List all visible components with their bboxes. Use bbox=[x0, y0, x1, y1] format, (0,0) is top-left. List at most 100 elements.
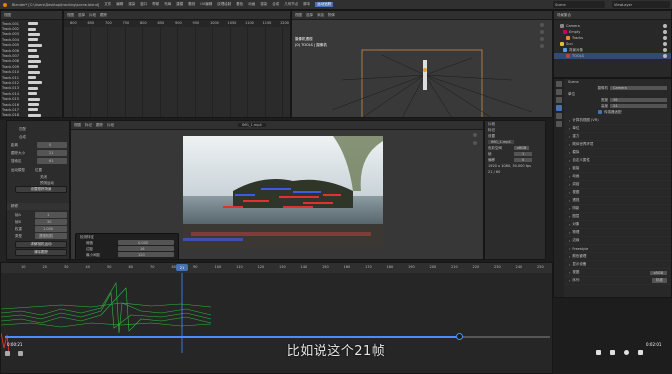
visibility-eye-icon[interactable] bbox=[663, 30, 667, 34]
tab-uv[interactable]: UV编辑 bbox=[200, 2, 212, 7]
properties-section[interactable]: › 单位 bbox=[565, 125, 671, 133]
menu-help[interactable]: 帮助 bbox=[152, 2, 159, 7]
pencil-icon[interactable] bbox=[596, 350, 601, 355]
properties-section[interactable]: › Freestyle bbox=[565, 245, 671, 253]
solve-camera-button[interactable]: 求解相机运动 bbox=[15, 241, 67, 248]
zoom-icon[interactable] bbox=[540, 23, 544, 27]
visibility-eye-icon[interactable] bbox=[663, 54, 667, 58]
popup-field-distance[interactable]: 120 bbox=[118, 252, 174, 257]
properties-section[interactable]: › 烘焙 bbox=[565, 181, 671, 189]
viewport-menu-view[interactable]: 视图 bbox=[295, 13, 302, 18]
tab-shading[interactable]: 着色 bbox=[236, 2, 243, 7]
tab-layout[interactable]: 布局 bbox=[164, 2, 171, 7]
world-tab-icon[interactable] bbox=[556, 113, 562, 119]
viewport-menu-add[interactable]: 添加 bbox=[317, 13, 324, 18]
clip-name-field[interactable]: IMG_1.mp4 bbox=[238, 123, 266, 127]
properties-section[interactable]: › 动画 bbox=[565, 173, 671, 181]
menu-render[interactable]: 渲染 bbox=[128, 2, 135, 7]
scene-tab-icon[interactable] bbox=[556, 105, 562, 111]
properties-section[interactable]: › 自定义属性 bbox=[565, 157, 671, 165]
visibility-eye-icon[interactable] bbox=[663, 48, 667, 52]
outliner-item[interactable]: TOOLS bbox=[554, 53, 671, 59]
clip-menu-clip[interactable]: 片段 bbox=[107, 123, 114, 128]
properties-section[interactable]: › 视图 bbox=[565, 189, 671, 197]
view-layer-selector[interactable]: ViewLayer bbox=[612, 1, 670, 8]
setup-tracking-button[interactable]: 设置跟踪场景 bbox=[15, 186, 67, 193]
tab-modeling[interactable]: 建模 bbox=[176, 2, 183, 7]
clear-tracking-button[interactable]: 清除跟踪 bbox=[15, 249, 67, 256]
view-transform-value[interactable]: 标准 bbox=[652, 278, 667, 283]
tab-rendering[interactable]: 渲染 bbox=[260, 2, 267, 7]
dopesheet-menu-track[interactable]: 跟踪 bbox=[100, 13, 107, 18]
refine-field-a[interactable]: 1 bbox=[35, 212, 67, 218]
properties-section[interactable]: › 视图 sRGB bbox=[565, 269, 671, 277]
hand-icon[interactable] bbox=[540, 30, 544, 34]
tab-animation[interactable]: 动画 bbox=[248, 2, 255, 7]
properties-section[interactable]: › 物理 bbox=[565, 229, 671, 237]
render-tab-icon[interactable] bbox=[556, 89, 562, 95]
refine-field-b[interactable]: 30 bbox=[35, 219, 67, 225]
hand-icon[interactable] bbox=[473, 141, 477, 145]
track-list-item[interactable]: Track.018 bbox=[1, 113, 62, 117]
tab-sculpting[interactable]: 雕刻 bbox=[188, 2, 195, 7]
properties-section[interactable]: › 颜色管理 bbox=[565, 253, 671, 261]
tool-field-pattern-size[interactable]: 21 bbox=[37, 150, 67, 156]
popup-field-margin[interactable]: 16 bbox=[118, 246, 174, 251]
properties-section[interactable]: › 计算机视图 (VR) bbox=[565, 117, 671, 125]
properties-section[interactable]: › 透视 bbox=[565, 197, 671, 205]
tab-geometry[interactable]: 几何节点 bbox=[284, 2, 298, 7]
dopesheet-menu-view[interactable]: 视图 bbox=[67, 13, 74, 18]
menu-window[interactable]: 窗口 bbox=[140, 2, 147, 7]
tool-tab-icon[interactable] bbox=[556, 81, 562, 87]
zoom-icon[interactable] bbox=[473, 133, 477, 137]
properties-section[interactable]: › 链接 bbox=[565, 165, 671, 173]
tab-compositing[interactable]: 合成 bbox=[272, 2, 279, 7]
menu-file[interactable]: 文件 bbox=[104, 2, 111, 7]
screenshot-icon[interactable] bbox=[610, 350, 615, 355]
properties-section[interactable]: › 显示设备 bbox=[565, 261, 671, 269]
visibility-eye-icon[interactable] bbox=[663, 36, 667, 40]
checkbox-icon[interactable] bbox=[598, 110, 602, 114]
dopesheet-menu-select[interactable]: 选择 bbox=[78, 13, 85, 18]
properties-section[interactable]: › 对象 bbox=[565, 221, 671, 229]
fullscreen-icon[interactable] bbox=[638, 350, 643, 355]
properties-section[interactable]: › 阴影 bbox=[565, 205, 671, 213]
settings-icon[interactable] bbox=[624, 350, 629, 355]
object-tab-icon[interactable] bbox=[556, 121, 562, 127]
tool-field-search-size[interactable]: 61 bbox=[37, 158, 67, 164]
grid-icon[interactable] bbox=[540, 44, 544, 48]
properties-sensor-fit-row[interactable]: 传感器适配 bbox=[565, 109, 671, 115]
menu-edit[interactable]: 编辑 bbox=[116, 2, 123, 7]
display-device-value[interactable]: sRGB bbox=[649, 270, 667, 275]
tab-scripting[interactable]: 脚本 bbox=[303, 2, 310, 7]
tab-texture[interactable]: 纹理绘制 bbox=[217, 2, 231, 7]
properties-section[interactable]: › 模拟 bbox=[565, 149, 671, 157]
clip-menu-view[interactable]: 视图 bbox=[74, 123, 81, 128]
tab-motion-tracking[interactable]: 运动追踪 bbox=[315, 2, 334, 7]
clip-menu-marker[interactable]: 标记 bbox=[85, 123, 92, 128]
current-frame-badge[interactable]: 21 bbox=[176, 264, 188, 271]
visibility-eye-icon[interactable] bbox=[663, 24, 667, 28]
output-tab-icon[interactable] bbox=[556, 97, 562, 103]
properties-section[interactable]: › 刚体世界环境 bbox=[565, 141, 671, 149]
popup-field-threshold[interactable]: 0.005 bbox=[118, 240, 174, 245]
dopesheet-menu-clip[interactable]: 片段 bbox=[89, 13, 96, 18]
clip-menu-track[interactable]: 跟踪 bbox=[96, 123, 103, 128]
properties-section[interactable]: › 边缘 bbox=[565, 237, 671, 245]
volume-icon[interactable] bbox=[5, 351, 10, 356]
viewport-menu-object[interactable]: 物体 bbox=[328, 13, 335, 18]
subtitle-icon[interactable] bbox=[18, 351, 23, 356]
track-menu-view[interactable]: 视图 bbox=[4, 13, 11, 18]
visibility-eye-icon[interactable] bbox=[663, 42, 667, 46]
properties-section[interactable]: › 重力 bbox=[565, 133, 671, 141]
player-progress-handle[interactable] bbox=[456, 333, 463, 340]
scene-selector[interactable]: Scene bbox=[553, 1, 605, 8]
properties-section[interactable]: › 图层 bbox=[565, 213, 671, 221]
refine-field-type[interactable]: 透视相机 bbox=[35, 233, 67, 239]
properties-section[interactable]: › 序列 标准 bbox=[565, 277, 671, 285]
refine-field-weight[interactable]: 1.000 bbox=[35, 226, 67, 232]
camera-icon[interactable] bbox=[540, 37, 544, 41]
viewport-nav-gizmo[interactable] bbox=[540, 23, 548, 63]
tool-field-distance[interactable]: 0 bbox=[37, 142, 67, 148]
viewport-menu-select[interactable]: 选择 bbox=[306, 13, 313, 18]
